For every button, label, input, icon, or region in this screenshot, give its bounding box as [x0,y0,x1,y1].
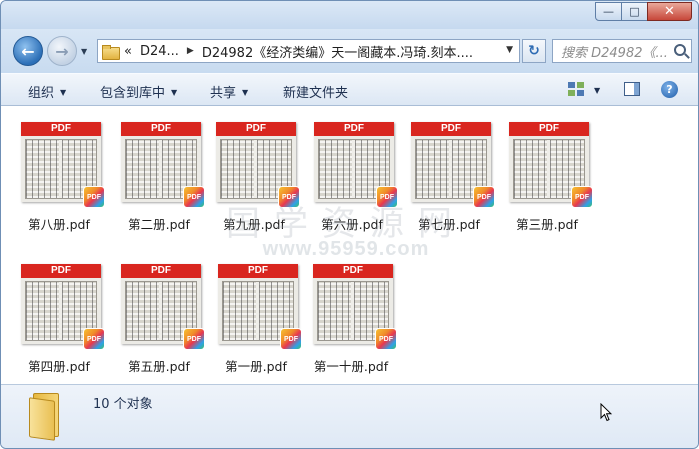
view-options-dropdown-icon[interactable]: ▼ [594,86,600,95]
chevron-down-icon: ▼ [242,88,249,97]
pdf-app-icon: PDF [278,186,300,208]
pdf-banner: PDF [121,264,201,278]
pdf-banner: PDF [21,264,101,278]
new-folder-button[interactable]: 新建文件夹 [283,82,348,101]
pdf-banner: PDF [21,122,101,136]
file-name: 第一十册.pdf [313,359,389,374]
pdf-banner: PDF [313,264,393,278]
chevron-down-icon: ▼ [171,88,178,97]
command-bar: 组织 ▼ 包含到库中 ▼ 共享 ▼ 新建文件夹 ▼ ? [1,73,698,106]
include-in-library-label: 包含到库中 [100,86,166,101]
breadcrumb-overflow[interactable]: « [124,44,132,59]
watermark-url: www.95959.com [262,238,430,260]
refresh-button[interactable]: ↻ [522,39,546,63]
maximize-button[interactable]: □ [621,2,648,21]
file-name: 第五册.pdf [128,359,190,374]
help-icon[interactable]: ? [661,81,678,98]
file-name: 第九册.pdf [223,217,285,232]
forward-arrow-icon: → [55,41,69,61]
title-bar: — □ ✕ [1,1,698,29]
close-button[interactable]: ✕ [647,2,692,21]
pdf-app-icon: PDF [473,186,495,208]
folder-icon [102,44,120,60]
share-button[interactable]: 共享 ▼ [210,82,248,101]
pdf-banner: PDF [218,264,298,278]
back-arrow-icon: ← [21,41,35,61]
pdf-app-icon: PDF [83,186,105,208]
address-dropdown-icon[interactable]: ▼ [506,45,513,55]
pdf-banner: PDF [314,122,394,136]
back-button[interactable]: ← [13,36,43,66]
search-placeholder: 搜索 D24982《... [561,45,668,61]
pdf-banner: PDF [411,122,491,136]
pdf-app-icon: PDF [376,186,398,208]
file-name: 第八册.pdf [28,217,90,232]
forward-button[interactable]: → [47,36,77,66]
search-input[interactable]: 搜索 D24982《... [552,39,692,63]
explorer-window: — □ ✕ ← → ▼ « D24... ▶ D24982《经济类编》天一阁藏本… [0,0,699,449]
search-icon[interactable] [674,44,686,56]
folder-icon [29,393,65,441]
navigation-bar: ← → ▼ « D24... ▶ D24982《经济类编》天一阁藏本.冯琦.刻本… [1,29,698,73]
address-bar[interactable]: « D24... ▶ D24982《经济类编》天一阁藏本.冯琦.刻本.... ▼ [97,39,520,63]
include-in-library-button[interactable]: 包含到库中 ▼ [100,82,177,101]
file-name: 第三册.pdf [516,217,578,232]
file-name: 第一册.pdf [225,359,287,374]
pdf-banner: PDF [509,122,589,136]
pdf-banner: PDF [216,122,296,136]
file-list: PDF PDF 第八册.pdf PDF PDF 第二册.pdf PDF PDF 第九册.pdf P… [1,106,698,384]
breadcrumb-separator-icon[interactable]: ▶ [187,46,194,56]
file-name: 第二册.pdf [128,217,190,232]
pdf-app-icon: PDF [183,328,205,350]
details-pane: 10 个对象 [1,384,698,448]
recent-pages-dropdown[interactable]: ▼ [81,47,87,56]
pdf-app-icon: PDF [83,328,105,350]
file-name: 第四册.pdf [28,359,90,374]
item-count: 10 个对象 [93,397,153,412]
pdf-banner: PDF [121,122,201,136]
chevron-down-icon: ▼ [60,88,67,97]
file-name: 第六册.pdf [321,217,383,232]
breadcrumb-current[interactable]: D24982《经济类编》天一阁藏本.冯琦.刻本.... [202,42,473,61]
preview-pane-icon[interactable] [624,82,640,96]
organize-label: 组织 [28,86,55,101]
window-controls: — □ ✕ [595,2,692,21]
change-view-icon[interactable] [568,82,584,96]
pdf-app-icon: PDF [280,328,302,350]
minimize-button[interactable]: — [595,2,622,21]
pdf-app-icon: PDF [375,328,397,350]
pdf-app-icon: PDF [571,186,593,208]
pdf-app-icon: PDF [183,186,205,208]
organize-button[interactable]: 组织 ▼ [28,82,66,101]
share-label: 共享 [210,86,237,101]
refresh-icon: ↻ [528,43,540,59]
breadcrumb-root[interactable]: D24... [140,44,179,59]
file-name: 第七册.pdf [418,217,480,232]
